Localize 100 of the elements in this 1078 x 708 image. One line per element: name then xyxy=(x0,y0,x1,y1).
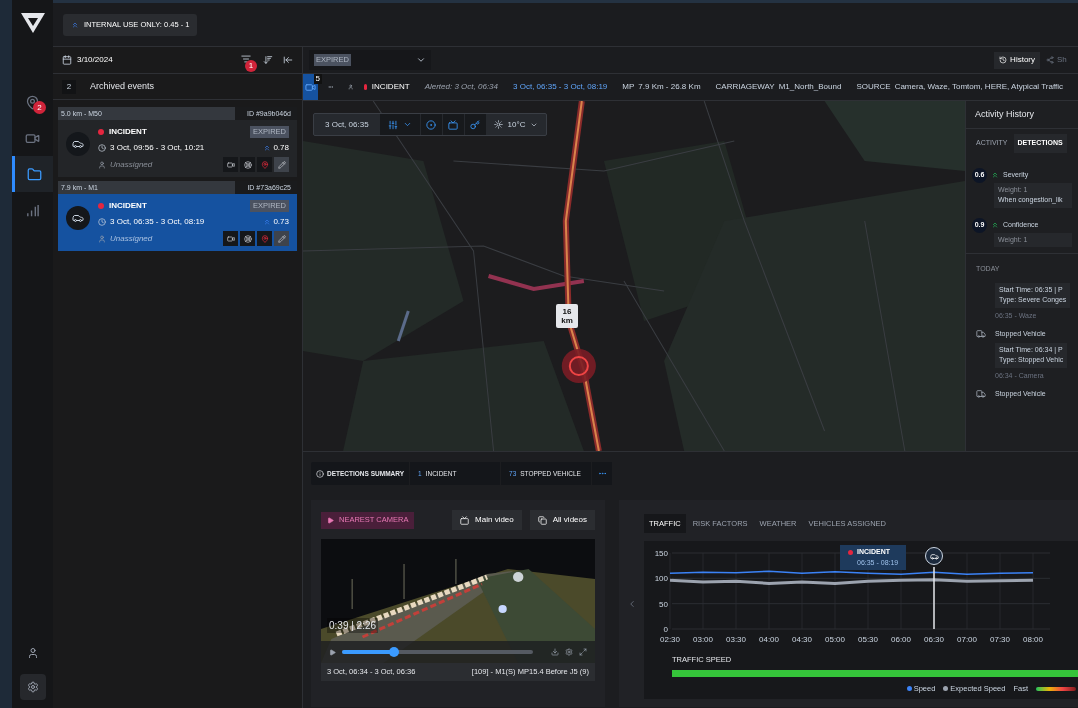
camera-icon xyxy=(226,234,235,243)
fullscreen-icon[interactable] xyxy=(579,648,587,656)
x-tick-label: 06:00 xyxy=(891,635,911,645)
main-videos-button[interactable]: Main video xyxy=(452,510,522,530)
play-button[interactable] xyxy=(329,648,336,656)
clock-icon xyxy=(98,144,106,152)
filter-icon xyxy=(241,54,251,64)
event-count: 2 xyxy=(62,79,76,94)
settings-button[interactable] xyxy=(19,674,46,700)
action-button[interactable] xyxy=(223,157,238,172)
x-tick-label: 07:30 xyxy=(990,635,1010,645)
car-icon xyxy=(929,551,939,561)
share-icon xyxy=(1046,56,1054,64)
x-tick-label: 03:30 xyxy=(726,635,746,645)
play-icon xyxy=(327,516,334,524)
x-tick-label: 05:30 xyxy=(858,635,878,645)
action-button[interactable] xyxy=(274,157,289,172)
car-icon xyxy=(72,212,84,224)
camera-icon xyxy=(226,160,235,169)
filter-dropdown[interactable] xyxy=(379,114,420,135)
score-icon xyxy=(263,144,272,152)
incident-period: 3 Oct, 06:35 - 3 Oct, 08:19 xyxy=(513,81,608,93)
progress-track[interactable] xyxy=(342,650,533,654)
assignee-icon[interactable] xyxy=(348,82,354,92)
pencil-icon xyxy=(277,234,286,243)
y-tick-label: 100 xyxy=(654,574,668,584)
circle-layer-button[interactable] xyxy=(420,114,442,135)
history-button[interactable]: History xyxy=(994,51,1040,69)
date-picker[interactable]: 3/10/2024 xyxy=(77,54,241,66)
screen-icon xyxy=(448,119,459,130)
pin-icon xyxy=(25,94,40,110)
nav-item[interactable]: 2 xyxy=(12,84,53,120)
incident-type: INCIDENT xyxy=(371,81,410,93)
wheel-icon xyxy=(243,234,252,243)
event-type: INCIDENT xyxy=(109,200,148,212)
event-type: INCIDENT xyxy=(109,126,148,138)
event-time: 3 Oct, 06:35 - 3 Oct, 08:19 xyxy=(110,216,206,228)
field-value: 7.9 Km - 26.8 Km xyxy=(638,81,701,93)
target-icon xyxy=(426,119,437,130)
sort-icon[interactable] xyxy=(263,55,273,65)
y-tick-label: 0 xyxy=(663,625,668,635)
clock-icon xyxy=(98,218,106,226)
trend-icon xyxy=(991,171,999,179)
chevron-down-icon xyxy=(402,120,412,129)
score-icon xyxy=(263,218,272,226)
camera-icon xyxy=(305,81,316,93)
event-score: 0.78 xyxy=(273,142,289,154)
trend-icon xyxy=(991,221,999,229)
chevron-down-icon xyxy=(416,55,426,65)
filter-button[interactable]: 1 xyxy=(241,54,257,72)
action-button[interactable] xyxy=(274,231,289,246)
alert-time: Alerted: 3 Oct, 06:34 xyxy=(424,81,498,93)
road-layer-button[interactable] xyxy=(464,114,486,135)
settings-icon xyxy=(26,681,39,693)
collapse-icon[interactable] xyxy=(283,55,293,65)
key-icon xyxy=(470,119,481,130)
nav-item[interactable] xyxy=(12,156,53,192)
assignee: Unassigned xyxy=(110,158,154,171)
history-icon xyxy=(999,56,1008,64)
x-tick-label: 04:30 xyxy=(792,635,812,645)
weather-dropdown[interactable]: 10°C xyxy=(485,114,547,135)
all-videos-button[interactable]: All videos xyxy=(529,510,595,530)
speed-scale xyxy=(1036,686,1076,691)
x-tick-label: 07:00 xyxy=(957,635,977,645)
chart-icon xyxy=(25,202,40,218)
wheel-icon xyxy=(243,160,252,169)
chevrons-up-icon xyxy=(71,20,79,29)
video-time: 0:39 | 2:26 xyxy=(327,618,379,633)
panel-title: Archived events xyxy=(90,79,155,93)
count-badge: 5 xyxy=(313,74,322,84)
y-tick-label: 50 xyxy=(659,599,668,609)
share-button[interactable]: Sh xyxy=(1046,54,1072,66)
download-icon[interactable] xyxy=(551,648,559,656)
field-label: SOURCE xyxy=(856,81,891,93)
action-button[interactable] xyxy=(240,157,255,172)
copy-icon xyxy=(537,515,547,525)
pencil-icon xyxy=(277,160,286,169)
x-tick-label: 03:00 xyxy=(693,635,713,645)
x-tick-label: 06:30 xyxy=(924,635,944,645)
vehicle-icon xyxy=(976,389,986,399)
x-tick-label: 08:00 xyxy=(1023,635,1043,645)
x-tick-label: 02:30 xyxy=(660,635,680,645)
event-time: 3 Oct, 09:56 - 3 Oct, 10:21 xyxy=(110,142,206,154)
calendar-icon xyxy=(62,55,72,65)
x-tick-label: 05:00 xyxy=(825,635,845,645)
filter-badge: 1 xyxy=(245,60,257,72)
notification-badge: 2 xyxy=(33,101,46,114)
progress-thumb[interactable] xyxy=(388,647,399,657)
settings-icon[interactable] xyxy=(565,648,573,656)
info-icon xyxy=(316,469,324,478)
pin-icon xyxy=(260,160,269,169)
user-icon xyxy=(98,234,106,243)
map-time[interactable]: 3 Oct, 06:35 xyxy=(314,114,380,135)
vehicle-icon xyxy=(976,329,986,339)
action-button[interactable] xyxy=(240,231,255,246)
field-value: Camera, Waze, Tomtom, HERE, Atypical Traffic xyxy=(894,81,1063,93)
x-tick-label: 04:00 xyxy=(759,635,779,645)
sun-icon xyxy=(493,120,503,129)
action-button[interactable] xyxy=(223,231,238,246)
camera-layer-button[interactable] xyxy=(442,114,464,135)
